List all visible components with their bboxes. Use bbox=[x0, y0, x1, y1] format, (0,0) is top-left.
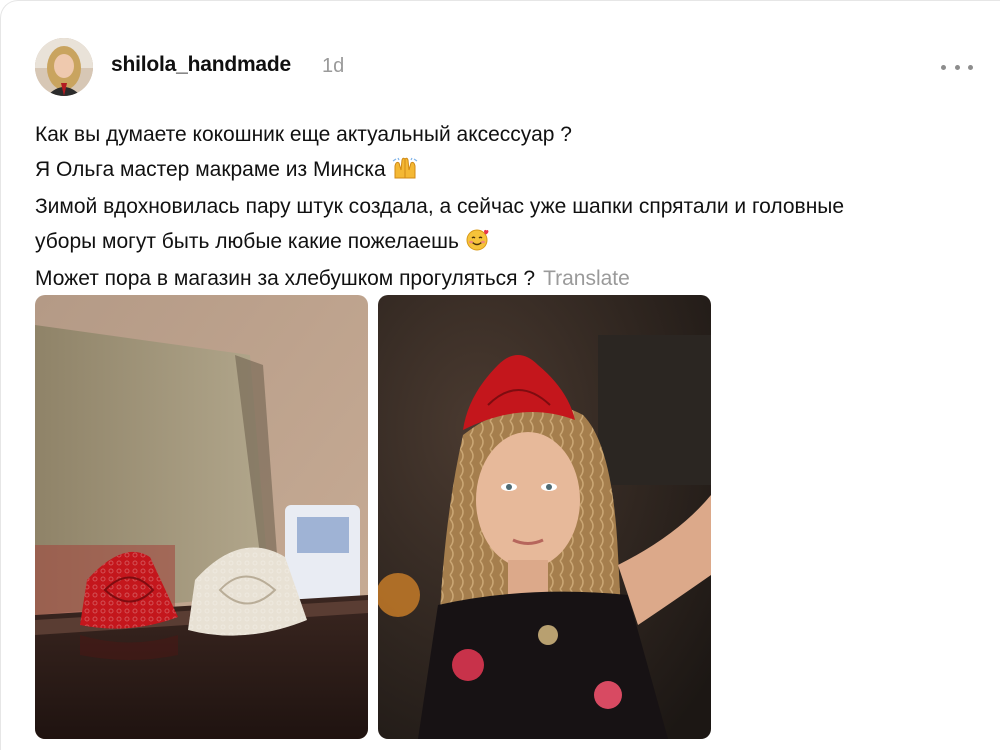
post-text: Как вы думаете кокошник еще актуальный а… bbox=[35, 118, 985, 297]
post-timestamp: 1d bbox=[322, 55, 345, 77]
woman-wearing-red-kokoshnik-photo[interactable] bbox=[378, 295, 711, 739]
post-text-line: Как вы думаете кокошник еще актуальный а… bbox=[35, 123, 572, 146]
post-text-line: Зимой вдохновилась пару штук создала, а … bbox=[35, 195, 845, 218]
more-options-icon[interactable] bbox=[941, 55, 973, 79]
dot bbox=[941, 64, 946, 70]
avatar[interactable] bbox=[35, 38, 93, 96]
username-link[interactable]: shilola_handmade bbox=[111, 53, 291, 77]
post-text-line: Может пора в магазин за хлебушком прогул… bbox=[35, 267, 630, 290]
post-text-line: уборы могут быть любые какие пожелаешь bbox=[35, 225, 985, 263]
smiling-face-with-hearts-icon bbox=[465, 228, 489, 263]
post-text-line: Я Ольга мастер макраме из Минска bbox=[35, 153, 985, 191]
dot bbox=[968, 64, 973, 70]
kokoshniks-on-shelf-photo[interactable] bbox=[35, 295, 368, 739]
dot bbox=[954, 64, 960, 70]
post-card: shilola_handmade 1d Как вы думаете кокош… bbox=[0, 0, 1000, 750]
raising-hands-emoji-icon bbox=[392, 156, 418, 191]
translate-link[interactable]: Translate bbox=[543, 267, 630, 290]
